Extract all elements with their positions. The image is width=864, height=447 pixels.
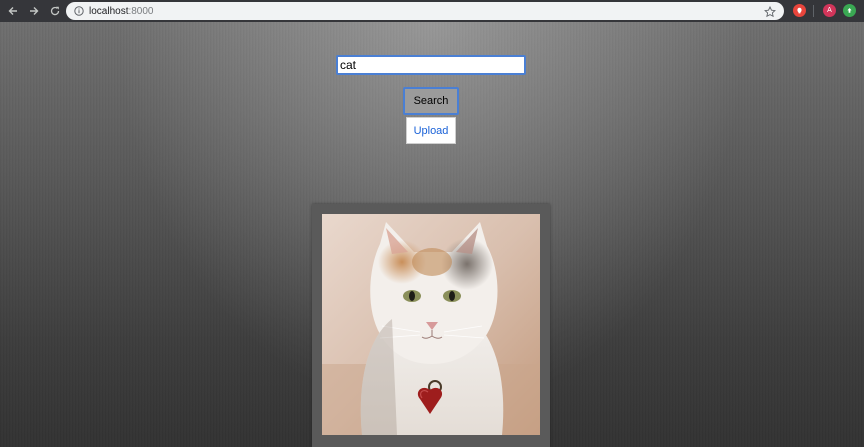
url-text: localhost:8000 [89, 6, 154, 17]
upload-button[interactable]: Upload [406, 117, 456, 144]
info-icon[interactable] [74, 6, 84, 16]
arrow-right-icon[interactable] [26, 3, 42, 19]
reload-icon[interactable] [47, 3, 63, 19]
address-bar[interactable]: localhost:8000 [66, 2, 784, 20]
url-host: localhost [89, 5, 129, 17]
search-button[interactable]: Search [403, 87, 459, 115]
url-port: :8000 [128, 5, 154, 17]
arrow-left-icon[interactable] [5, 3, 21, 19]
green-extension-icon[interactable] [843, 4, 856, 17]
search-input[interactable] [336, 55, 526, 75]
browser-toolbar: localhost:8000 A [0, 0, 864, 22]
result-image-frame [312, 204, 550, 447]
avatar-letter: A [827, 7, 832, 14]
cat-photo[interactable] [322, 214, 540, 435]
toolbar-divider [813, 5, 814, 17]
red-extension-icon[interactable] [793, 4, 806, 17]
avatar-icon[interactable]: A [823, 4, 836, 17]
page-viewport: Search Upload [0, 22, 864, 447]
star-icon[interactable] [764, 5, 776, 18]
